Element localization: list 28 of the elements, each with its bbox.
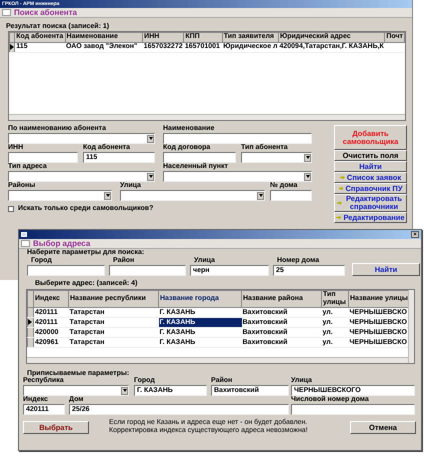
dropdown-arrow-icon[interactable] [121,386,128,394]
dropdown-arrow-icon[interactable] [304,172,311,180]
input-field[interactable] [109,265,186,276]
panel-title: Поиск абонента [14,8,77,17]
input-field[interactable] [8,152,78,163]
checkbox[interactable] [8,206,14,212]
window-icon [21,232,27,237]
panel-icon [21,240,30,247]
input-field[interactable] [27,265,105,276]
address-grid[interactable] [26,289,415,364]
dropdown-arrow-icon[interactable] [104,192,111,200]
dropdown-field[interactable] [120,190,265,201]
dropdown-arrow-icon[interactable] [147,134,154,142]
input-field[interactable] [270,190,312,201]
input-field[interactable] [163,133,312,144]
dropdown-arrow-icon[interactable] [147,172,154,180]
input-field[interactable] [291,404,415,415]
dropdown-field[interactable] [8,190,112,201]
dropdown-field[interactable] [8,171,155,182]
dropdown-field[interactable] [241,152,312,163]
dropdown-arrow-icon[interactable] [257,192,264,200]
panel-title: Выбор адреса [33,239,90,248]
dropdown-field[interactable] [163,171,312,182]
input-field[interactable] [163,152,236,163]
dropdown-field[interactable] [23,385,129,396]
dropdown-field[interactable] [8,133,155,144]
dropdown-arrow-icon[interactable] [304,154,311,162]
panel-icon [2,9,11,16]
